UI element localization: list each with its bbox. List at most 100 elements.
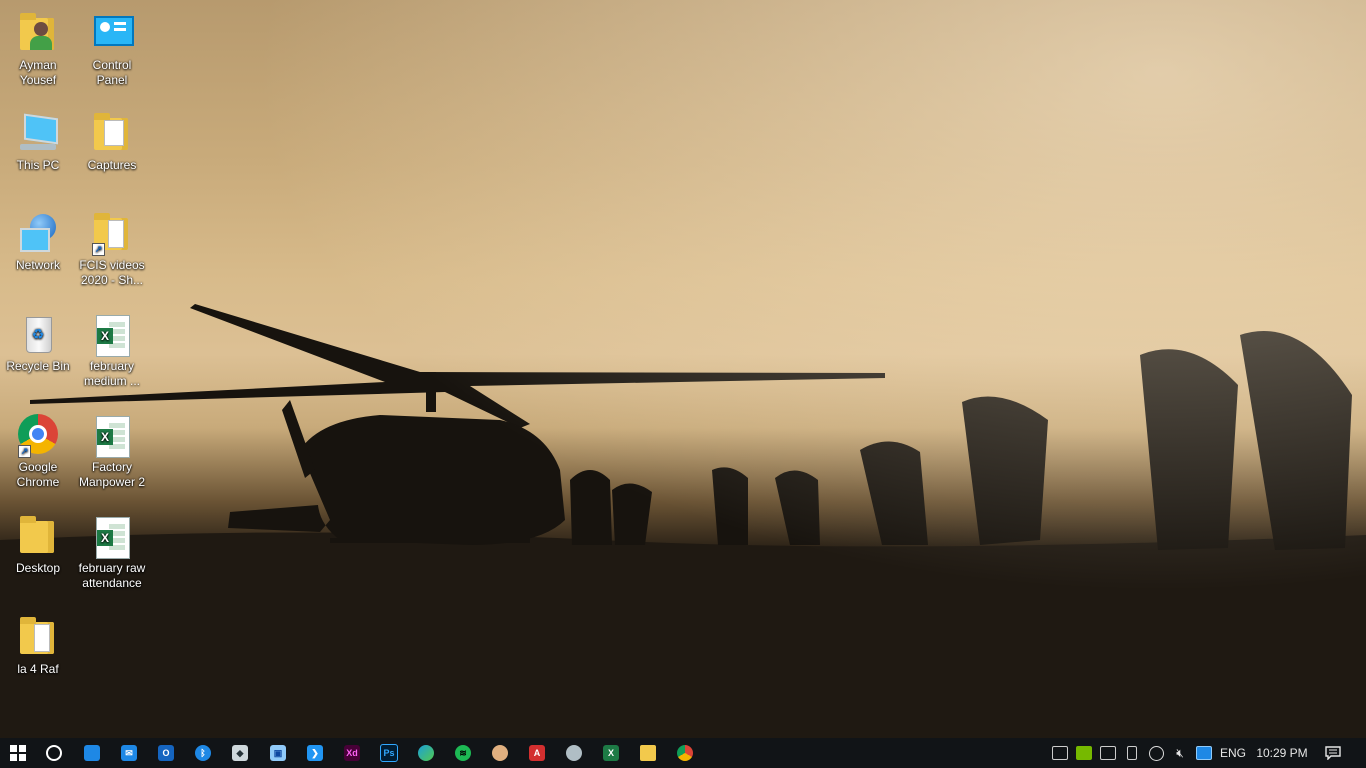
tray-nvidia[interactable] xyxy=(1074,738,1094,768)
store-bag-icon xyxy=(84,745,100,761)
disk-icon xyxy=(566,745,582,761)
shortcut-arrow-icon: ↗ xyxy=(92,243,105,256)
icon-label: Control xyxy=(92,58,132,72)
diamond-app-icon: ◆ xyxy=(232,745,248,761)
desktop-icon-this-pc[interactable]: This PC xyxy=(0,112,76,173)
wallpaper-silhouette-scene xyxy=(0,304,1366,738)
taskbar-app-mail[interactable]: ✉ xyxy=(111,738,147,768)
device-icon xyxy=(1127,746,1137,760)
desktop-icon-google-chrome[interactable]: ↗ Google Chrome xyxy=(0,414,76,490)
taskbar-app-spotify[interactable]: ≋ xyxy=(445,738,481,768)
paint-palette-icon xyxy=(492,745,508,761)
icon-label: medium ... xyxy=(83,374,140,388)
icon-label: Network xyxy=(15,258,60,272)
tray-network[interactable] xyxy=(1146,738,1166,768)
taskbar-app-outlook[interactable]: O xyxy=(148,738,184,768)
icon-label: attendance xyxy=(82,576,142,590)
taskbar-app-sketch[interactable]: ◆ xyxy=(222,738,258,768)
desktop-icon-network[interactable]: Network xyxy=(0,212,76,273)
excel-file-icon: X xyxy=(90,414,134,458)
chrome-icon xyxy=(677,745,693,761)
desktop-icon-captures[interactable]: Captures xyxy=(74,112,150,173)
folder-icon xyxy=(16,616,60,660)
helicopter-silhouette xyxy=(30,304,885,545)
taskbar-app-adobe-xd[interactable]: Xd xyxy=(334,738,370,768)
cortana-button[interactable] xyxy=(36,738,72,768)
control-panel-icon xyxy=(90,12,134,56)
excel-file-icon: X xyxy=(90,515,134,559)
desktop-icon-la-4-raf[interactable]: la 4 Raf xyxy=(0,616,76,677)
computer-icon xyxy=(16,112,60,156)
taskbar-app-vscode[interactable]: ❯ xyxy=(297,738,333,768)
desktop-wallpaper xyxy=(0,0,1366,738)
desktop-icon-february-raw-attendance[interactable]: X february raw attendance xyxy=(74,515,150,591)
icon-label: Yousef xyxy=(19,73,57,87)
cortana-circle-icon xyxy=(46,745,62,761)
tray-ime[interactable] xyxy=(1098,738,1118,768)
windows-logo-icon xyxy=(10,745,26,761)
clock[interactable]: 10:29 PM xyxy=(1252,738,1312,768)
icon-label: february xyxy=(89,359,135,373)
action-center-button[interactable] xyxy=(1320,738,1346,768)
tray-volume[interactable]: 🔇︎ xyxy=(1170,738,1190,768)
notification-icon xyxy=(1325,746,1341,760)
user-folder-icon xyxy=(16,12,60,56)
desktop-icon-control-panel[interactable]: Control Panel xyxy=(74,12,150,88)
tray-app[interactable] xyxy=(1194,738,1214,768)
taskbar-app-chrome[interactable] xyxy=(667,738,703,768)
taskbar-app-store[interactable] xyxy=(74,738,110,768)
network-icon xyxy=(16,212,60,256)
ime-icon xyxy=(1100,746,1116,760)
excel-icon: X xyxy=(603,745,619,761)
taskbar-app-3d-viewer[interactable]: ▣ xyxy=(260,738,296,768)
folder-icon xyxy=(16,515,60,559)
photoshop-icon: Ps xyxy=(380,744,398,762)
icon-label: february raw xyxy=(78,561,146,575)
icon-label: Manpower 2 xyxy=(78,475,146,489)
start-button[interactable] xyxy=(0,738,36,768)
ground-silhouette xyxy=(0,532,1366,738)
folder-icon xyxy=(90,112,134,156)
soldiers-silhouette xyxy=(570,331,1352,550)
chrome-icon: ↗ xyxy=(16,414,60,458)
desktop-icon-february-medium[interactable]: X february medium ... xyxy=(74,313,150,389)
icon-label: Ayman xyxy=(19,58,57,72)
taskbar-app-bluetooth[interactable]: ᛒ xyxy=(185,738,221,768)
taskbar-app-edge[interactable] xyxy=(408,738,444,768)
bluetooth-icon: ᛒ xyxy=(195,745,211,761)
desktop-icon-user-folder[interactable]: Ayman Yousef xyxy=(0,12,76,88)
taskbar-app-excel[interactable]: X xyxy=(593,738,629,768)
tray-usb[interactable] xyxy=(1050,738,1070,768)
icon-label: la 4 Raf xyxy=(17,662,59,676)
nvidia-icon xyxy=(1076,746,1092,760)
icon-label: Captures xyxy=(87,158,137,172)
spotify-icon: ≋ xyxy=(455,745,471,761)
excel-file-icon: X xyxy=(90,313,134,357)
desktop-icon-fcis-videos[interactable]: ↗ FCIS videos 2020 - Sh... xyxy=(74,212,150,288)
taskbar-app-file-explorer[interactable] xyxy=(630,738,666,768)
icon-label: 2020 - Sh... xyxy=(80,273,144,287)
edge-icon xyxy=(418,745,434,761)
usb-icon xyxy=(1052,746,1068,760)
app-tray-icon xyxy=(1196,746,1212,760)
taskbar-app-disk-tool[interactable] xyxy=(556,738,592,768)
desktop-icon-factory-manpower[interactable]: X Factory Manpower 2 xyxy=(74,414,150,490)
folder-shortcut-icon: ↗ xyxy=(90,212,134,256)
language-indicator[interactable]: ENG xyxy=(1218,738,1248,768)
recycle-bin-icon: ♻ xyxy=(16,313,60,357)
taskbar-app-paint[interactable] xyxy=(482,738,518,768)
icon-label: Chrome xyxy=(16,475,60,489)
cube-icon: ▣ xyxy=(270,745,286,761)
taskbar-app-acrobat[interactable]: A xyxy=(519,738,555,768)
outlook-icon: O xyxy=(158,745,174,761)
tray-device[interactable] xyxy=(1122,738,1142,768)
desktop-icon-recycle-bin[interactable]: ♻ Recycle Bin xyxy=(0,313,76,374)
icon-label: FCIS videos xyxy=(79,258,145,272)
desktop-icon-desktop-folder[interactable]: Desktop xyxy=(0,515,76,576)
network-globe-icon xyxy=(1148,745,1164,761)
icon-label: Recycle Bin xyxy=(6,359,70,373)
vscode-icon: ❯ xyxy=(307,745,323,761)
acrobat-icon: A xyxy=(529,745,545,761)
taskbar-app-photoshop[interactable]: Ps xyxy=(371,738,407,768)
taskbar: ✉ O ᛒ ◆ ▣ ❯ Xd Ps ≋ A X 🔇︎ ENG 10:29 PM xyxy=(0,738,1366,768)
